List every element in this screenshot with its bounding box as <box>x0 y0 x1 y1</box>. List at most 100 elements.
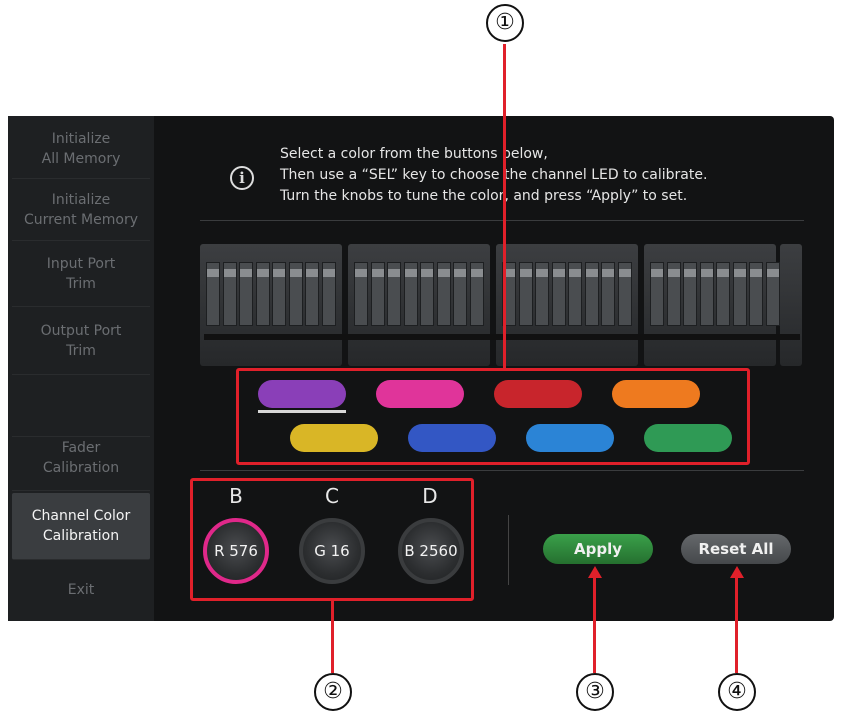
knob-label-b: B <box>229 484 243 508</box>
channel-strip <box>518 262 533 326</box>
channel-strip <box>436 262 451 326</box>
knob-red-value: R 576 <box>214 542 258 560</box>
instruction-text: Select a color from the buttons below, T… <box>280 144 810 207</box>
knob-red[interactable]: R 576 <box>203 518 269 584</box>
knob-green-value: G 16 <box>314 542 350 560</box>
channel-strip <box>535 262 549 326</box>
channel-led <box>684 269 696 277</box>
bottom-divider <box>200 470 804 471</box>
color-button-light-blue[interactable] <box>526 424 614 452</box>
leader-line-1 <box>503 44 506 368</box>
channel-strip <box>584 262 599 326</box>
info-icon: i <box>230 166 254 190</box>
channel-led <box>421 269 433 277</box>
color-button-pink[interactable] <box>376 380 464 408</box>
vertical-separator <box>508 515 509 585</box>
knob-green[interactable]: G 16 <box>299 518 365 584</box>
apply-button[interactable]: Apply <box>543 534 653 564</box>
arrowhead-3 <box>588 566 602 578</box>
color-button-orange[interactable] <box>612 380 700 408</box>
leader-line-4 <box>735 572 738 673</box>
channel-led <box>569 269 581 277</box>
callout-4: ④ <box>718 673 756 711</box>
channel-led <box>256 269 269 277</box>
instruction-line-2: Then use a “SEL” key to choose the chann… <box>280 167 708 183</box>
channel-strip <box>272 262 286 326</box>
color-button-green[interactable] <box>644 424 732 452</box>
channel-strip <box>222 262 237 326</box>
channel-strip <box>288 262 303 326</box>
channel-led <box>766 269 779 277</box>
channel-strip <box>403 262 418 326</box>
channel-led <box>437 269 450 277</box>
channel-led <box>602 269 614 277</box>
callout-2: ② <box>314 673 352 711</box>
sidebar-item-exit[interactable]: Exit <box>12 561 150 619</box>
sidebar-item-fader-calibration[interactable]: Fader Calibration <box>12 426 150 491</box>
channel-strip <box>387 262 401 326</box>
channel-led <box>322 269 335 277</box>
leader-line-2 <box>331 601 334 673</box>
channel-led <box>667 269 680 277</box>
color-button-red[interactable] <box>494 380 582 408</box>
channel-led <box>306 269 318 277</box>
channel-led <box>552 269 565 277</box>
channel-strip <box>453 262 467 326</box>
channel-led <box>207 269 219 277</box>
instruction-line-1: Select a color from the buttons below, <box>280 146 548 162</box>
instruction-line-3: Turn the knobs to tune the color, and pr… <box>280 188 688 204</box>
top-divider <box>200 220 804 221</box>
channel-strip <box>239 262 253 326</box>
callout-3: ③ <box>576 673 614 711</box>
channel-strip <box>716 262 730 326</box>
color-button-yellow[interactable] <box>290 424 378 452</box>
channel-strip <box>469 262 484 326</box>
color-button-blue[interactable] <box>408 424 496 452</box>
channel-strip <box>370 262 385 326</box>
channel-strip <box>666 262 681 326</box>
channel-led <box>733 269 746 277</box>
channel-strip <box>206 262 220 326</box>
channel-led <box>454 269 466 277</box>
sidebar-item-initialize-all-memory[interactable]: Initialize All Memory <box>12 120 150 179</box>
leader-line-3 <box>593 572 596 673</box>
channel-strip <box>354 262 368 326</box>
selected-color-indicator <box>258 410 346 413</box>
channel-strip <box>255 262 270 326</box>
channel-led <box>717 269 729 277</box>
channel-led <box>273 269 285 277</box>
sidebar-item-channel-color-calibration[interactable]: Channel Color Calibration <box>12 493 150 560</box>
sidebar-item-output-port-trim[interactable]: Output Port Trim <box>12 308 150 375</box>
channel-strip <box>650 262 664 326</box>
sidebar: Initialize All Memory Initialize Current… <box>8 116 154 621</box>
arrowhead-4 <box>730 566 744 578</box>
channel-led <box>750 269 762 277</box>
knob-blue[interactable]: B 2560 <box>398 518 464 584</box>
reset-all-button[interactable]: Reset All <box>681 534 791 564</box>
channel-strip <box>601 262 615 326</box>
knob-label-d: D <box>422 484 438 508</box>
sidebar-item-initialize-current-memory[interactable]: Initialize Current Memory <box>12 180 150 241</box>
channel-strip <box>420 262 434 326</box>
channel-strip <box>617 262 632 326</box>
channel-strip <box>699 262 714 326</box>
channel-strip <box>321 262 336 326</box>
channel-led <box>536 269 548 277</box>
knob-label-c: C <box>325 484 339 508</box>
channel-led <box>470 269 483 277</box>
channel-led <box>355 269 367 277</box>
knob-blue-value: B 2560 <box>404 542 458 560</box>
channel-strip <box>551 262 566 326</box>
channel-strip <box>683 262 697 326</box>
color-button-purple[interactable] <box>258 380 346 408</box>
channel-led <box>585 269 598 277</box>
channel-led <box>388 269 400 277</box>
channel-strip <box>749 262 763 326</box>
channel-led <box>240 269 252 277</box>
channel-led <box>404 269 417 277</box>
callout-1: ① <box>486 4 524 42</box>
channel-led <box>519 269 532 277</box>
channel-led <box>700 269 713 277</box>
sidebar-item-input-port-trim[interactable]: Input Port Trim <box>12 242 150 307</box>
channel-strip <box>765 262 780 326</box>
